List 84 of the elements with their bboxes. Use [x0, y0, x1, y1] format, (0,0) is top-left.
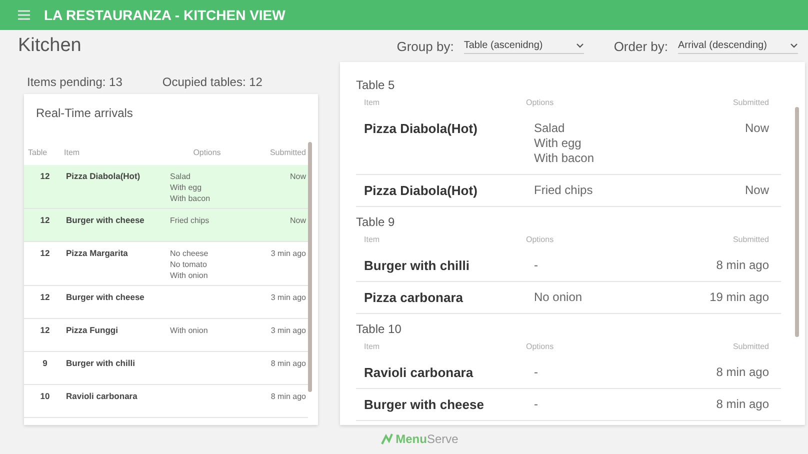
column-header: Options: [526, 235, 555, 246]
item-name: Pizza Diabola(Hot): [65, 171, 142, 181]
arrival-row[interactable]: 12 Pizza Diabola(Hot) Salad With egg With bacon Now: [24, 165, 308, 209]
order-by-dropdown[interactable]: Arrival (descending): [678, 38, 798, 54]
submitted-time: 3 min ago: [270, 248, 306, 259]
column-header: Table: [27, 147, 48, 159]
submitted-time: Now: [288, 171, 306, 182]
submitted-time: 3 min ago: [270, 325, 306, 336]
app-title: LA RESTAURANZA - KITCHEN VIEW: [44, 7, 286, 23]
item-name: Burger with cheese: [364, 397, 485, 412]
submitted-time: Now: [288, 215, 306, 226]
column-header: Item: [363, 98, 381, 109]
column-header: Submitted: [268, 147, 306, 159]
item-name: Ravioli carbonara: [364, 365, 474, 380]
table-number: 12: [39, 171, 51, 181]
table-number: 10: [39, 391, 51, 401]
chevron-down-icon: [576, 43, 584, 48]
option-text: No cheese: [170, 248, 210, 259]
item-name: Pizza carbonara: [364, 290, 464, 305]
table-number: 12: [39, 215, 51, 225]
submitted-time: 8 min ago: [715, 365, 770, 380]
option-text: Fried chips: [534, 183, 594, 198]
submitted-time: Now: [744, 183, 770, 198]
option-text: With egg: [170, 182, 203, 193]
item-name: Burger with chilli: [65, 358, 136, 368]
submitted-time: 3 min ago: [270, 292, 306, 303]
option-text: With onion: [170, 270, 209, 281]
submitted-time: Now: [744, 121, 770, 137]
column-header: Item: [363, 342, 381, 353]
column-header: Item: [63, 147, 81, 159]
column-header: Options: [192, 147, 222, 159]
submitted-time: 8 min ago: [715, 258, 770, 273]
item-name: Burger with cheese: [65, 292, 146, 302]
column-header: Submitted: [732, 98, 770, 109]
column-header: Submitted: [732, 342, 770, 353]
option-text: Fried chips: [170, 215, 210, 226]
item-name: Ravioli carbonara: [65, 391, 138, 401]
table-number: 9: [42, 358, 48, 368]
group-title: Table 10: [356, 322, 402, 336]
option-text: Salad: [534, 121, 566, 136]
brand-logo: MenuServe: [396, 432, 458, 446]
option-text: With egg: [534, 136, 582, 151]
option-text: With bacon: [170, 193, 212, 204]
column-header: Options: [526, 342, 555, 353]
submitted-time: 19 min ago: [708, 290, 770, 305]
table-number: 12: [39, 292, 51, 302]
option-text: With onion: [170, 325, 209, 336]
menu-icon[interactable]: [18, 10, 30, 20]
submitted-time: 8 min ago: [715, 397, 770, 412]
group-by-label: Group by:: [396, 38, 454, 54]
item-name: Pizza Margarita: [65, 248, 129, 258]
option-text: No tomato: [170, 259, 208, 270]
arrival-row[interactable]: 10 Ravioli carbonara 8 min ago: [24, 385, 308, 418]
option-text: -: [534, 258, 539, 273]
column-header: Options: [526, 98, 555, 109]
item-name: Pizza Funggi: [65, 325, 119, 335]
stat-text: Items pending: 13: [27, 75, 122, 89]
submitted-time: 8 min ago: [270, 358, 306, 369]
option-text: -: [534, 397, 539, 412]
column-header: Submitted: [732, 235, 770, 246]
scrollbar[interactable]: [795, 107, 799, 337]
table-number: 12: [39, 325, 51, 335]
item-name: Burger with cheese: [65, 215, 146, 225]
stat-text: Ocupied tables: 12: [162, 75, 262, 89]
item-name: Pizza Diabola(Hot): [364, 183, 478, 198]
option-text: With bacon: [534, 151, 596, 166]
table-number: 12: [39, 248, 51, 258]
chevron-down-icon: [790, 43, 798, 48]
item-name: Burger with chilli: [364, 258, 470, 273]
order-by-label: Order by:: [614, 38, 668, 54]
scrollbar[interactable]: [308, 142, 312, 392]
submitted-time: 8 min ago: [270, 391, 306, 402]
group-by-dropdown[interactable]: Table (ascenidng): [464, 38, 584, 54]
group-title: Table 9: [356, 215, 396, 229]
group-title: Table 5: [356, 78, 396, 92]
item-name: Pizza Diabola(Hot): [364, 121, 478, 138]
option-text: No onion: [534, 290, 584, 305]
option-text: Salad: [170, 171, 192, 182]
logo-icon: [380, 432, 394, 446]
arrival-row[interactable]: 12 Burger with cheese Fried chips Now: [24, 209, 308, 242]
card-title: Real-Time arrivals: [35, 105, 134, 122]
page-title: Kitchen: [18, 35, 82, 57]
option-text: -: [534, 365, 539, 380]
column-header: Item: [363, 235, 381, 246]
